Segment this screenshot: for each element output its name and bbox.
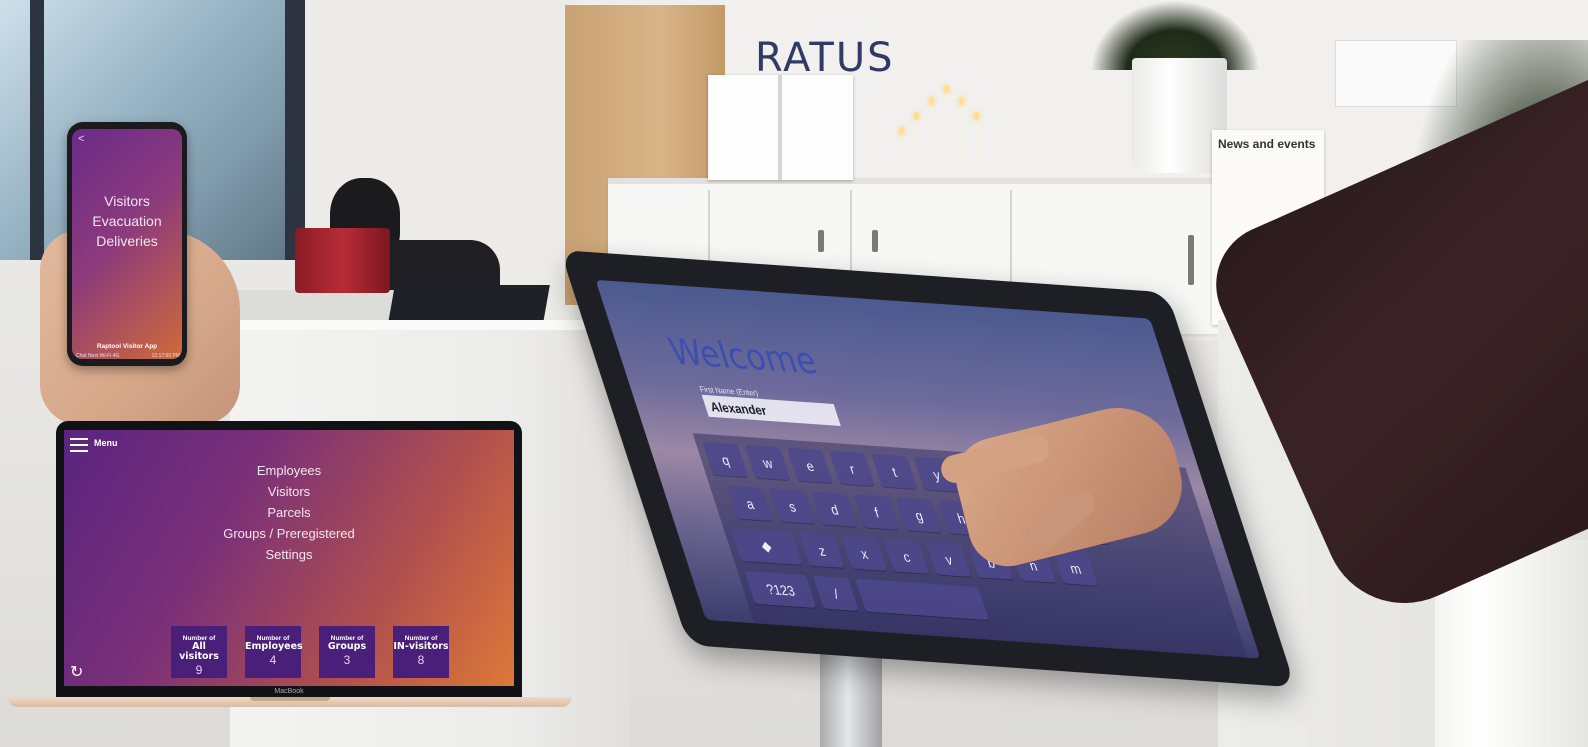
laptop-brand: MacBook — [274, 688, 304, 695]
window-frame — [30, 0, 44, 260]
laptop: Menu Employees Visitors Parcels Groups /… — [56, 421, 522, 699]
phone-menu-evacuation[interactable]: Evacuation — [72, 211, 182, 231]
key-x[interactable]: x — [841, 535, 888, 571]
stat-value: 8 — [417, 653, 425, 667]
key-d[interactable]: d — [811, 491, 858, 527]
key-a[interactable]: a — [726, 485, 773, 521]
status-time: 12:17:00 PM — [151, 353, 180, 359]
key-z[interactable]: z — [798, 532, 845, 568]
phone-menu-visitors[interactable]: Visitors — [72, 191, 182, 211]
brochure-spine — [778, 75, 782, 180]
menu-label[interactable]: Menu — [94, 438, 118, 448]
phone-menu: Visitors Evacuation Deliveries — [72, 191, 182, 251]
stat-tile-employees[interactable]: Number of Employees 4 — [245, 626, 303, 678]
menu-item-groups[interactable]: Groups / Preregistered — [223, 523, 355, 544]
smartphone: < Visitors Evacuation Deliveries Raptool… — [67, 122, 187, 366]
hamburger-menu-icon[interactable] — [70, 438, 88, 452]
laptop-notch — [250, 697, 330, 701]
phone-screen: < Visitors Evacuation Deliveries Raptool… — [72, 129, 182, 359]
cabinet-handle — [818, 230, 824, 252]
stat-value: 9 — [195, 663, 203, 677]
stat-title: Groups — [327, 641, 367, 652]
menu-item-visitors[interactable]: Visitors — [268, 481, 310, 502]
key-v[interactable]: v — [925, 541, 972, 577]
menu-item-settings[interactable]: Settings — [266, 544, 313, 565]
key-e[interactable]: e — [786, 447, 833, 484]
menu-item-employees[interactable]: Employees — [257, 460, 321, 481]
key-slash[interactable]: / — [812, 575, 859, 611]
gift-tin — [295, 228, 390, 293]
phone-menu-deliveries[interactable]: Deliveries — [72, 231, 182, 251]
refresh-icon[interactable]: ↻ — [70, 662, 83, 682]
stat-value: 3 — [343, 653, 351, 667]
chevron-left-icon[interactable]: < — [78, 133, 84, 145]
menu-item-parcels[interactable]: Parcels — [267, 502, 310, 523]
key-w[interactable]: w — [744, 444, 791, 481]
window-frame — [285, 0, 305, 260]
key-r[interactable]: r — [828, 450, 875, 487]
stat-tile-in-visitors[interactable]: Number of IN-visitors 8 — [393, 626, 449, 678]
poster-title: News and events — [1218, 137, 1316, 151]
key-s[interactable]: s — [769, 488, 815, 524]
key-m[interactable]: m — [1052, 550, 1099, 586]
status-network: Chat Nest Wi-Fi 4G — [76, 353, 120, 359]
shift-key[interactable]: ◆ — [730, 527, 803, 566]
stats-tiles: Number of All visitors 9 Number of Emplo… — [164, 626, 464, 680]
welcome-heading: Welcome — [663, 331, 823, 383]
laptop-screen: Menu Employees Visitors Parcels Groups /… — [64, 430, 514, 686]
cabinet-handle — [1188, 235, 1194, 285]
app-name: Raptool Visitor App — [96, 343, 158, 350]
stat-title: IN-visitors — [393, 641, 449, 652]
cabinet-handle — [872, 230, 878, 252]
symbols-key[interactable]: ?123 — [744, 570, 817, 609]
stat-title: All visitors — [179, 641, 219, 662]
phone-status-bar: Chat Nest Wi-Fi 4G 12:17:00 PM — [76, 353, 180, 359]
key-f[interactable]: f — [853, 494, 900, 530]
key-g[interactable]: g — [895, 497, 942, 533]
stat-tile-groups[interactable]: Number of Groups 3 — [319, 626, 375, 678]
space-bar[interactable] — [855, 578, 989, 621]
first-name-input[interactable] — [701, 394, 841, 426]
key-q[interactable]: q — [702, 441, 749, 478]
key-t[interactable]: t — [871, 453, 918, 489]
candle-holder — [895, 75, 990, 175]
stat-tile-all-visitors[interactable]: Number of All visitors 9 — [171, 626, 227, 678]
key-c[interactable]: c — [883, 538, 930, 574]
stat-title: Employees — [245, 641, 303, 652]
dashboard-menu: Employees Visitors Parcels Groups / Prer… — [64, 460, 514, 565]
stat-value: 4 — [269, 653, 277, 667]
